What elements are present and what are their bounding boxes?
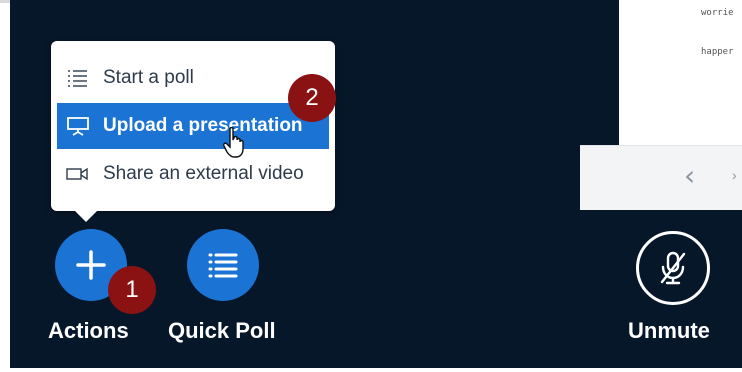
next-slide-indicator: › <box>732 167 737 183</box>
menu-item-label: Upload a presentation <box>103 115 303 136</box>
step-badge-2: 2 <box>288 74 336 122</box>
actions-menu: Start a poll Upload a presentation Share… <box>51 41 335 211</box>
slide-text-line: happer <box>701 47 734 57</box>
hand-cursor-icon <box>223 127 244 158</box>
unmute-button[interactable] <box>636 231 710 305</box>
menu-item-label: Share an external video <box>103 163 304 184</box>
previous-slide-button[interactable]: ‹ <box>684 159 695 192</box>
menu-item-label: Start a poll <box>103 67 194 88</box>
actions-button-label: Actions <box>48 318 129 343</box>
menu-item-upload-presentation[interactable]: Upload a presentation <box>57 103 329 149</box>
unmute-button-label: Unmute <box>628 318 710 343</box>
quick-poll-button-label: Quick Poll <box>168 318 276 343</box>
plus-icon <box>76 250 106 280</box>
video-icon <box>66 167 88 181</box>
microphone-muted-icon <box>660 251 686 285</box>
slide-text-line: worrie <box>701 8 734 18</box>
menu-pointer <box>72 208 100 222</box>
window-bottom-edge <box>0 368 742 372</box>
quick-poll-button[interactable] <box>187 229 259 301</box>
presentation-icon <box>67 117 89 136</box>
poll-list-icon <box>208 253 238 278</box>
poll-list-icon <box>68 70 87 87</box>
presentation-slide: worrie happer <box>619 0 742 145</box>
menu-item-share-external-video[interactable]: Share an external video <box>57 151 329 197</box>
slide-navigation-bar: ‹ › <box>580 145 742 210</box>
step-badge-1: 1 <box>108 266 156 314</box>
